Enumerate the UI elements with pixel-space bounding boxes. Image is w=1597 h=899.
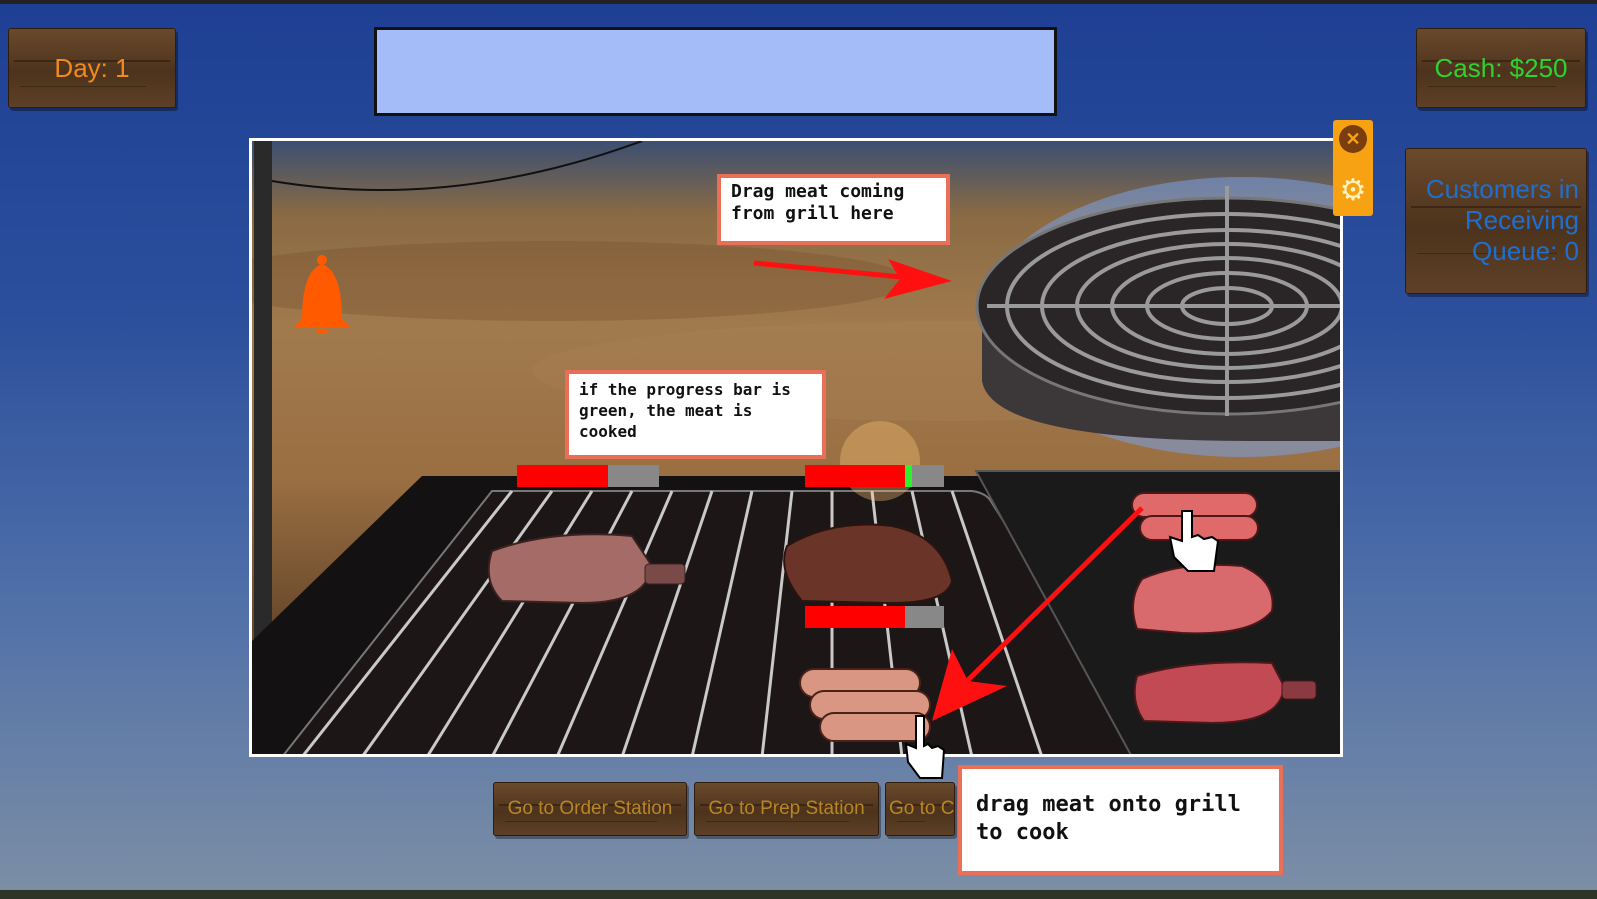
queue-label: Customers in Receiving Queue: 0 <box>1399 174 1579 267</box>
message-bar <box>374 27 1057 116</box>
ribs-progress-bar <box>517 465 659 487</box>
raw-steak[interactable] <box>1132 563 1274 635</box>
ribs-progress-fill <box>517 465 608 487</box>
steak-progress-bar <box>805 465 944 487</box>
day-sign: Day: 1 <box>8 28 176 108</box>
order-station-label: Go to Order Station <box>507 798 673 819</box>
top-border <box>0 0 1597 4</box>
control-panel: ✕ ⚙ <box>1333 120 1373 216</box>
sausage-progress-bar <box>805 606 944 628</box>
queue-line-2: Receiving <box>1464 205 1579 235</box>
queue-line-1: Customers in <box>1425 174 1579 204</box>
steak-progress-fill <box>805 465 906 487</box>
day-label: Day: 1 <box>54 52 130 83</box>
hand-cursor-icon <box>904 715 946 779</box>
third-station-label: Go to C <box>889 798 955 819</box>
sausage-progress-fill <box>805 606 906 628</box>
cash-label: Cash: $250 <box>1434 52 1568 83</box>
tip-progress: if the progress bar is green, the meat i… <box>565 370 826 459</box>
close-icon[interactable]: ✕ <box>1339 125 1367 153</box>
go-to-prep-station-button[interactable]: Go to Prep Station <box>694 782 879 836</box>
gear-icon[interactable]: ⚙ <box>1338 176 1368 206</box>
go-to-third-station-button[interactable]: Go to C <box>885 782 955 836</box>
tip-drag-onto-grill: drag meat onto grill to cook <box>958 765 1283 875</box>
queue-sign: Customers in Receiving Queue: 0 <box>1405 148 1587 294</box>
raw-sausages[interactable] <box>1131 492 1259 541</box>
cash-sign: Cash: $250 <box>1416 28 1586 108</box>
queue-line-3: Queue: 0 <box>1472 236 1579 266</box>
heat-glow <box>840 421 920 501</box>
tip-grill-pickup: Drag meat coming from grill here <box>717 174 950 245</box>
prep-station-label: Go to Prep Station <box>708 798 865 819</box>
go-to-order-station-button[interactable]: Go to Order Station <box>493 782 687 836</box>
steak-progress-green-marker <box>905 465 912 487</box>
bottom-border <box>0 890 1597 899</box>
round-grill[interactable] <box>975 177 1343 457</box>
